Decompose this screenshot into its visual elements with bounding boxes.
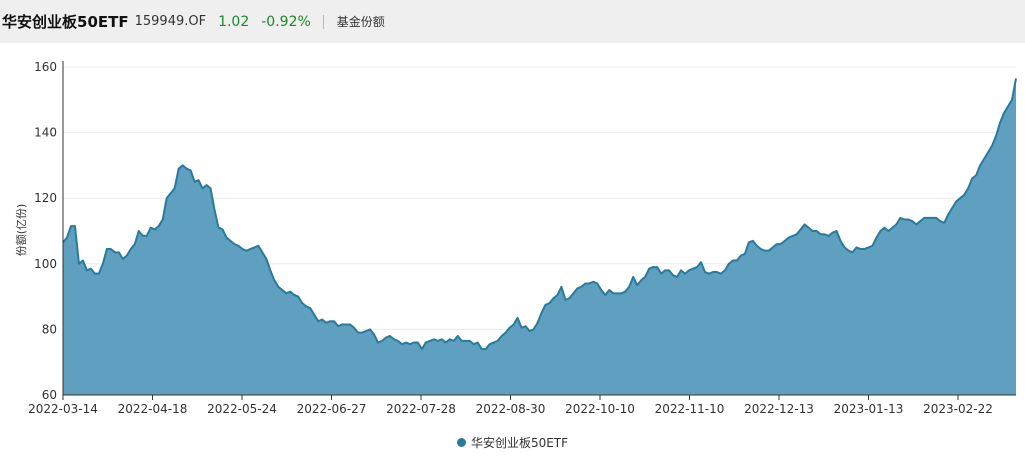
x-tick-label: 2022-04-18 <box>118 402 188 416</box>
y-tick-label: 80 <box>42 322 57 336</box>
x-tick-label: 2022-05-24 <box>207 402 277 416</box>
x-tick-label: 2022-08-30 <box>476 402 546 416</box>
header-divider <box>322 14 324 29</box>
fund-share-chart: 60 80 100 120 140 160 2022-03-14 2022-04-18 2022… <box>15 60 1017 416</box>
area-layer <box>62 78 1017 395</box>
fund-change: -0.92% <box>261 13 311 30</box>
x-tick-label: 2022-07-28 <box>386 402 456 416</box>
metric-label: 基金份额 <box>336 15 385 29</box>
y-tick-label: 100 <box>34 257 57 271</box>
x-tick-label: 2022-03-14 <box>28 402 98 416</box>
legend-label: 华安创业板50ETF <box>470 436 569 450</box>
x-tick-label: 2022-10-10 <box>565 402 635 416</box>
y-tick-label: 120 <box>34 191 57 205</box>
y-tick-label: 60 <box>42 388 57 402</box>
x-tick-label: 2023-01-13 <box>834 402 904 416</box>
y-tick-label: 140 <box>34 126 57 140</box>
y-tick-label: 160 <box>34 60 57 74</box>
y-axis-label: 份额(亿份) <box>15 204 28 257</box>
x-tick-label: 2023-02-22 <box>923 402 993 416</box>
x-tick-label: 2022-06-27 <box>297 402 367 416</box>
x-tick-label: 2022-12-13 <box>744 402 814 416</box>
legend-marker <box>456 438 466 447</box>
chart-header: 华安创业板50ETF 159949.OF 1.02 -0.92% 基金份额 <box>0 0 1025 43</box>
chart-legend[interactable]: 华安创业板50ETF <box>0 434 1025 451</box>
x-tick-label: 2022-11-10 <box>655 402 725 416</box>
fund-price: 1.02 <box>218 13 250 30</box>
fund-name: 华安创业板50ETF <box>2 13 129 31</box>
series-area <box>63 78 1016 395</box>
fund-code: 159949.OF <box>134 14 207 29</box>
